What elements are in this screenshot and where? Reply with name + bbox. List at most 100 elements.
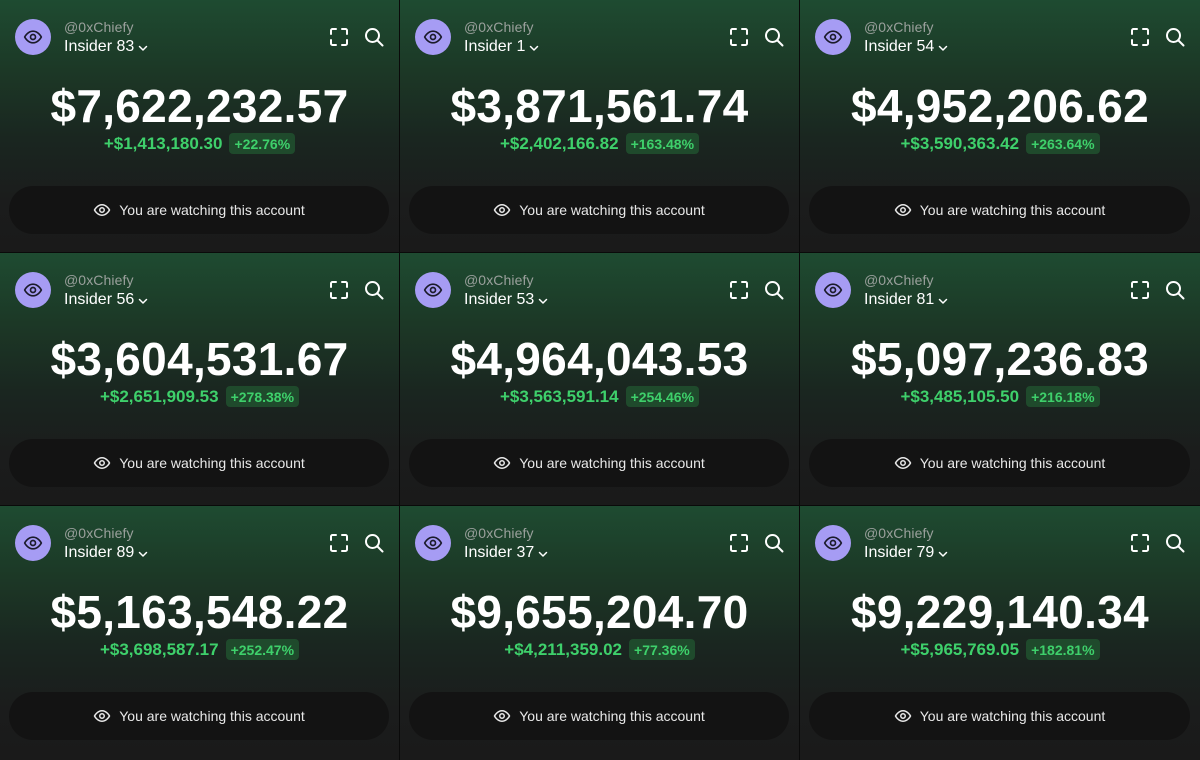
search-icon[interactable]	[1165, 280, 1185, 300]
search-icon[interactable]	[1165, 27, 1185, 47]
pnl-amount: +$1,413,180.30	[103, 133, 223, 153]
account-selector[interactable]: Insider 1	[464, 38, 540, 56]
pnl-percent-badge: +216.18%	[1026, 386, 1100, 407]
search-icon[interactable]	[364, 27, 384, 47]
avatar[interactable]	[815, 525, 851, 561]
total-balance: $5,163,548.22	[50, 586, 349, 638]
search-icon[interactable]	[764, 27, 784, 47]
eye-icon	[94, 457, 111, 469]
pnl-amount: +$4,211,359.02	[504, 639, 623, 659]
account-name: Insider 53	[464, 291, 535, 308]
expand-icon[interactable]	[729, 280, 749, 300]
account-name: Insider 83	[64, 38, 135, 55]
search-icon[interactable]	[364, 533, 384, 553]
eye-icon	[894, 457, 911, 469]
expand-icon[interactable]	[329, 27, 349, 47]
account-selector[interactable]: Insider 83	[64, 38, 149, 56]
pnl-row: +$2,402,166.82 +163.48%	[400, 133, 799, 154]
pnl-amount: +$3,485,105.50	[900, 386, 1020, 406]
avatar[interactable]	[415, 525, 451, 561]
watching-account-button[interactable]: You are watching this account	[809, 692, 1190, 740]
watching-account-button[interactable]: You are watching this account	[809, 439, 1190, 487]
account-handle: @0xChiefy	[864, 525, 934, 541]
chevron-down-icon	[139, 45, 148, 51]
account-handle: @0xChiefy	[64, 272, 134, 288]
avatar[interactable]	[415, 272, 451, 308]
pnl-row: +$3,485,105.50 +216.18%	[800, 386, 1200, 407]
avatar[interactable]	[415, 19, 451, 55]
total-balance: $5,097,236.83	[850, 333, 1150, 385]
pnl-percent-badge: +278.38%	[225, 386, 300, 407]
watching-label: You are watching this account	[519, 708, 705, 724]
avatar[interactable]	[15, 272, 51, 308]
expand-icon[interactable]	[1130, 280, 1150, 300]
avatar[interactable]	[15, 19, 51, 55]
account-selector[interactable]: Insider 53	[464, 291, 549, 309]
watching-label: You are watching this account	[919, 455, 1106, 471]
chevron-down-icon	[939, 298, 948, 304]
search-icon[interactable]	[364, 280, 384, 300]
wallet-panel-4: @0xChiefy Insider 56 $3,604,531.67 +$2,6…	[0, 253, 399, 505]
chevron-down-icon	[539, 551, 548, 557]
expand-icon[interactable]	[729, 27, 749, 47]
account-selector[interactable]: Insider 56	[64, 291, 149, 309]
search-icon[interactable]	[764, 533, 784, 553]
expand-icon[interactable]	[1130, 533, 1150, 553]
watching-label: You are watching this account	[519, 202, 705, 218]
eye-icon	[423, 30, 443, 44]
account-name: Insider 54	[864, 38, 935, 55]
total-balance: $3,604,531.67	[50, 333, 349, 385]
watching-label: You are watching this account	[119, 455, 305, 471]
pnl-row: +$3,563,591.14 +254.46%	[400, 386, 799, 407]
account-handle: @0xChiefy	[464, 272, 534, 288]
pnl-percent-badge: +77.36%	[629, 639, 695, 660]
account-handle: @0xChiefy	[64, 19, 134, 35]
expand-icon[interactable]	[329, 533, 349, 553]
account-name: Insider 56	[64, 291, 135, 308]
watching-account-button[interactable]: You are watching this account	[9, 186, 389, 234]
account-name: Insider 1	[464, 38, 526, 55]
total-balance: $4,964,043.53	[450, 333, 749, 385]
wallet-panel-6: @0xChiefy Insider 81 $5,097,236.83 +$3,4…	[800, 253, 1200, 505]
account-selector[interactable]: Insider 81	[864, 291, 949, 309]
account-handle: @0xChiefy	[464, 525, 534, 541]
account-handle: @0xChiefy	[864, 272, 934, 288]
wallet-panel-2: @0xChiefy Insider 1 $3,871,561.74 +$2,40…	[400, 0, 799, 252]
expand-icon[interactable]	[729, 533, 749, 553]
watching-account-button[interactable]: You are watching this account	[9, 439, 389, 487]
account-selector[interactable]: Insider 89	[64, 544, 149, 562]
watching-account-button[interactable]: You are watching this account	[409, 186, 789, 234]
expand-icon[interactable]	[329, 280, 349, 300]
watching-label: You are watching this account	[519, 455, 705, 471]
eye-icon	[494, 710, 511, 722]
pnl-row: +$2,651,909.53 +278.38%	[0, 386, 399, 407]
avatar[interactable]	[815, 272, 851, 308]
account-selector[interactable]: Insider 54	[864, 38, 949, 56]
account-selector[interactable]: Insider 79	[864, 544, 949, 562]
total-balance: $9,229,140.34	[850, 586, 1150, 638]
search-icon[interactable]	[764, 280, 784, 300]
account-handle: @0xChiefy	[464, 19, 534, 35]
chevron-down-icon	[939, 551, 948, 557]
account-handle: @0xChiefy	[64, 525, 134, 541]
eye-icon	[894, 710, 911, 722]
watching-account-button[interactable]: You are watching this account	[809, 186, 1190, 234]
pnl-row: +$1,413,180.30 +22.76%	[0, 133, 399, 154]
eye-icon	[823, 283, 843, 297]
avatar[interactable]	[15, 525, 51, 561]
eye-icon	[94, 204, 111, 216]
avatar[interactable]	[815, 19, 851, 55]
wallet-panel-5: @0xChiefy Insider 53 $4,964,043.53 +$3,5…	[400, 253, 799, 505]
account-name: Insider 37	[464, 544, 535, 561]
wallet-grid: @0xChiefy Insider 83 $7,622,232.57 +$1,4…	[0, 0, 1200, 760]
total-balance: $7,622,232.57	[50, 80, 349, 132]
account-selector[interactable]: Insider 37	[464, 544, 549, 562]
watching-account-button[interactable]: You are watching this account	[409, 439, 789, 487]
pnl-amount: +$3,590,363.42	[900, 133, 1020, 153]
wallet-panel-7: @0xChiefy Insider 89 $5,163,548.22 +$3,6…	[0, 506, 399, 760]
expand-icon[interactable]	[1130, 27, 1150, 47]
watching-account-button[interactable]: You are watching this account	[409, 692, 789, 740]
pnl-percent-badge: +252.47%	[225, 639, 300, 660]
search-icon[interactable]	[1165, 533, 1185, 553]
watching-account-button[interactable]: You are watching this account	[9, 692, 389, 740]
